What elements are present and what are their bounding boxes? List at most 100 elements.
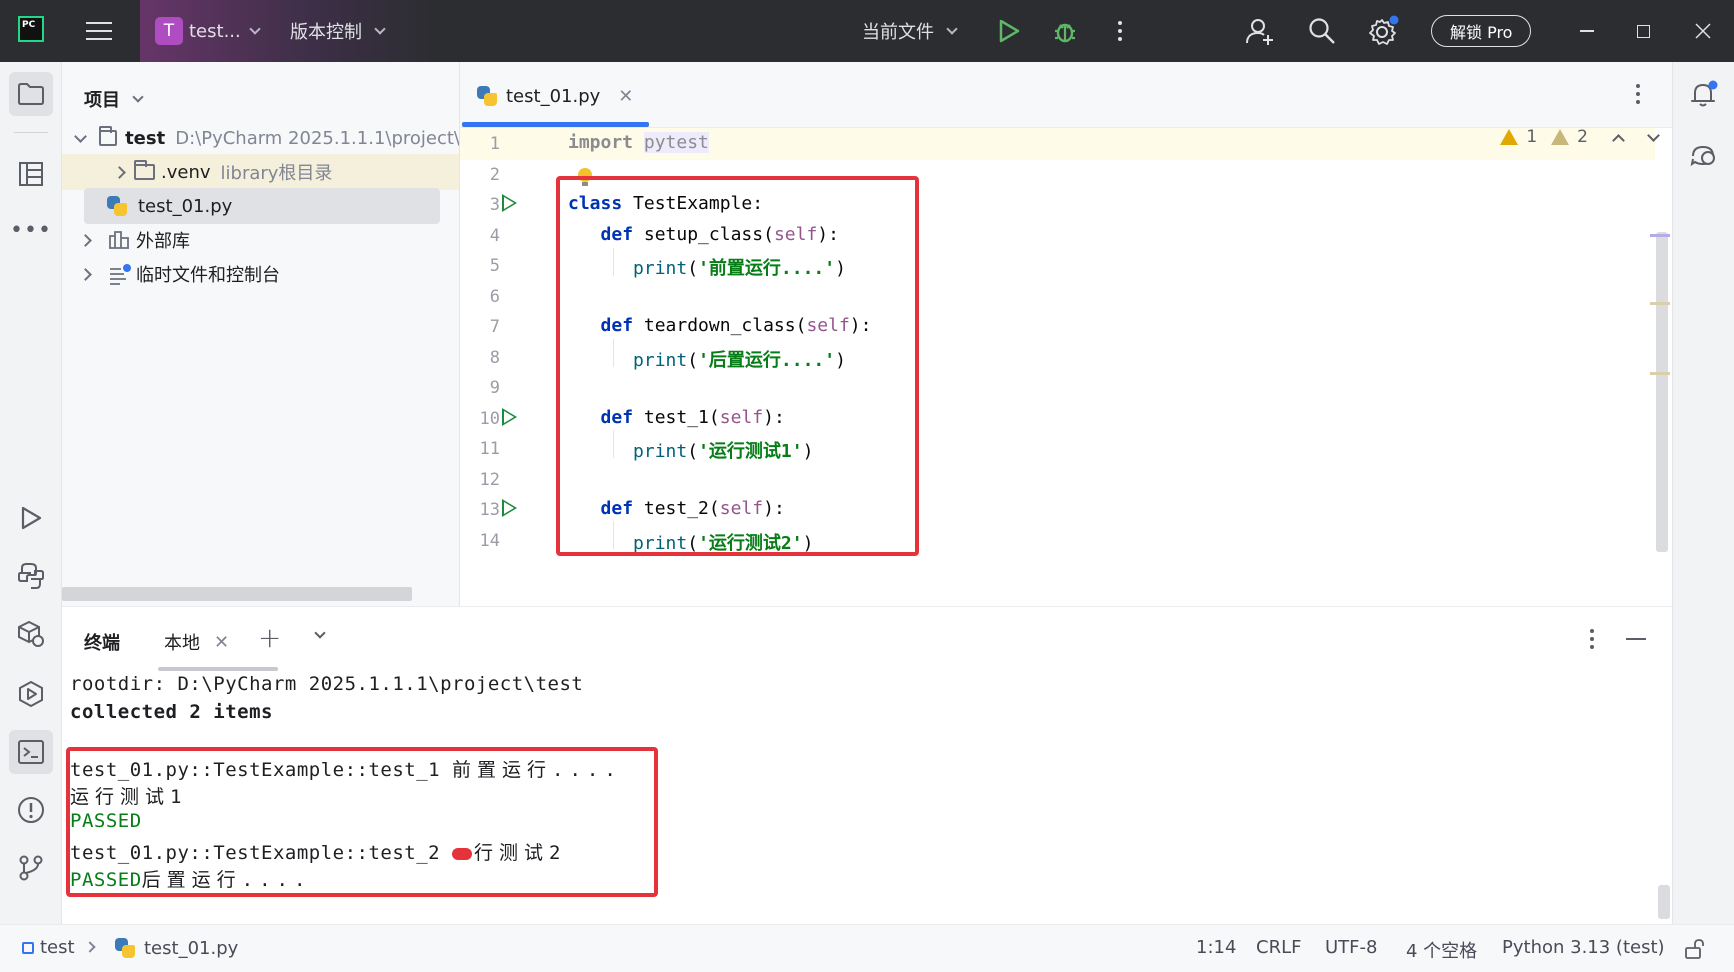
terminal-options-chevron-icon[interactable] [314, 627, 326, 639]
services-button[interactable] [9, 672, 53, 716]
tree-item-scratches[interactable]: 临时文件和控制台 [62, 256, 459, 292]
project-module-icon [22, 942, 34, 954]
file-encoding[interactable]: UTF-8 [1325, 937, 1377, 958]
project-panel-title: 项目 [84, 90, 120, 111]
new-terminal-icon[interactable]: + [258, 621, 281, 654]
chevron-down-icon [946, 23, 958, 35]
project-selector[interactable]: T test... [155, 16, 261, 46]
line-separator[interactable]: CRLF [1256, 937, 1301, 958]
editor-vertical-scrollbar[interactable] [1656, 232, 1668, 552]
terminal-icon [18, 740, 44, 764]
bug-icon [1055, 23, 1075, 43]
main-menu-icon[interactable] [84, 18, 114, 44]
tree-item-root[interactable]: test D:\PyCharm 2025.1.1.1\project\ [62, 120, 459, 156]
inspection-widget[interactable]: 1 2 [1500, 124, 1660, 150]
debug-button[interactable] [1050, 16, 1080, 46]
close-tab-icon[interactable]: ✕ [214, 632, 229, 653]
search-icon [1309, 18, 1335, 44]
run-tool-button[interactable] [9, 496, 53, 540]
previous-problem-icon[interactable] [1612, 133, 1625, 147]
minimize-button[interactable] [1574, 18, 1600, 44]
hide-panel-icon[interactable] [1626, 638, 1646, 640]
active-terminal-tab-indicator [158, 667, 278, 671]
bell-icon [1691, 80, 1718, 107]
gear-icon [1369, 15, 1399, 45]
weak-warning-count: 2 [1577, 127, 1588, 147]
line-number: 8 [489, 348, 500, 368]
collapse-arrow-icon [113, 165, 126, 179]
git-tool-button[interactable] [9, 846, 53, 890]
run-config-selector[interactable]: 当前文件 [862, 16, 958, 46]
terminal-tool-button[interactable] [9, 730, 53, 774]
line-number: 13 [479, 500, 500, 520]
project-tool-button[interactable] [9, 72, 53, 116]
python-file-icon [106, 195, 128, 217]
run-button[interactable] [996, 18, 1022, 44]
project-panel-header[interactable]: 项目 [84, 86, 144, 112]
structure-tool-button[interactable] [9, 152, 53, 196]
caret-position[interactable]: 1:14 [1196, 937, 1236, 958]
services-icon [19, 680, 43, 708]
python-file-icon [114, 937, 136, 959]
scroll-marker [1650, 302, 1670, 305]
problems-tool-button[interactable] [9, 788, 53, 832]
python-interpreter[interactable]: Python 3.13 (test) [1502, 937, 1665, 958]
editor-tab-bar: test_01.py ✕ [460, 62, 1672, 128]
python-console-button[interactable] [9, 554, 53, 598]
unlock-pro-button[interactable]: 解锁 Pro [1431, 15, 1532, 47]
more-tools-button[interactable]: ••• [9, 208, 53, 252]
warning-count: 1 [1526, 127, 1538, 147]
breadcrumb-project[interactable]: test [22, 937, 75, 958]
unlock-icon [1685, 939, 1704, 959]
run-gutter-icon[interactable] [502, 408, 517, 426]
editor-tab-test-file[interactable]: test_01.py ✕ [476, 76, 633, 116]
terminal-vertical-scrollbar[interactable] [1658, 885, 1670, 919]
chevron-down-icon [374, 23, 386, 35]
indent-setting[interactable]: 4 个空格 [1406, 937, 1477, 963]
code-line-1: import pytest [568, 132, 709, 153]
library-icon [109, 231, 129, 249]
close-tab-icon[interactable]: ✕ [618, 86, 633, 107]
scroll-marker [1650, 372, 1670, 375]
run-gutter-icon[interactable] [502, 194, 517, 212]
code-token-keyword: import [568, 132, 634, 153]
more-actions-icon[interactable] [1110, 18, 1130, 44]
terminal-options-icon[interactable] [1590, 629, 1594, 649]
tree-item-venv[interactable]: .venv library根目录 [62, 154, 459, 190]
maximize-button[interactable] [1630, 18, 1656, 44]
tree-item-test-file[interactable]: test_01.py [84, 188, 440, 224]
run-gutter-icon[interactable] [502, 499, 517, 517]
collapse-arrow-icon [78, 233, 92, 247]
project-horizontal-scrollbar[interactable] [62, 587, 412, 601]
unlock-pro-label: 解锁 Pro [1431, 15, 1532, 47]
root-folder-name: test [125, 127, 166, 149]
collapse-arrow-icon [78, 267, 92, 281]
pycharm-logo-icon[interactable]: PC [18, 16, 44, 42]
tab-options-icon[interactable] [1636, 84, 1640, 104]
run-config-label: 当前文件 [862, 22, 934, 43]
scratches-icon [110, 264, 131, 285]
notifications-button[interactable] [1682, 72, 1726, 116]
vcs-menu[interactable]: 版本控制 [290, 16, 386, 46]
next-problem-icon[interactable] [1647, 128, 1660, 142]
close-window-button[interactable] [1690, 18, 1716, 44]
packages-icon [18, 620, 44, 647]
settings-button[interactable] [1366, 14, 1400, 48]
tree-item-external-libs[interactable]: 外部库 [62, 222, 459, 258]
python-packages-button[interactable] [9, 612, 53, 656]
run-icon [21, 506, 42, 530]
terminal-output-line: rootdir: D:\PyCharm 2025.1.1.1\project\t… [70, 673, 584, 695]
venv-hint: library根目录 [220, 163, 333, 184]
terminal-title: 终端 [84, 633, 120, 654]
ai-chat-icon [1690, 145, 1715, 167]
scratches-label: 临时文件和控制台 [136, 265, 280, 286]
file-lock-button[interactable] [1684, 939, 1704, 964]
breadcrumb-file[interactable]: test_01.py [114, 937, 238, 959]
line-number: 4 [489, 226, 500, 246]
ai-assistant-button[interactable] [1682, 134, 1726, 178]
terminal-tab-local[interactable]: 本地 ✕ [164, 629, 229, 655]
folder-icon [99, 126, 118, 146]
search-button[interactable] [1306, 15, 1338, 47]
code-area[interactable]: 1 2 3 4 5 6 7 8 9 10 11 12 13 14 import … [460, 128, 1672, 606]
add-user-button[interactable] [1244, 15, 1276, 47]
